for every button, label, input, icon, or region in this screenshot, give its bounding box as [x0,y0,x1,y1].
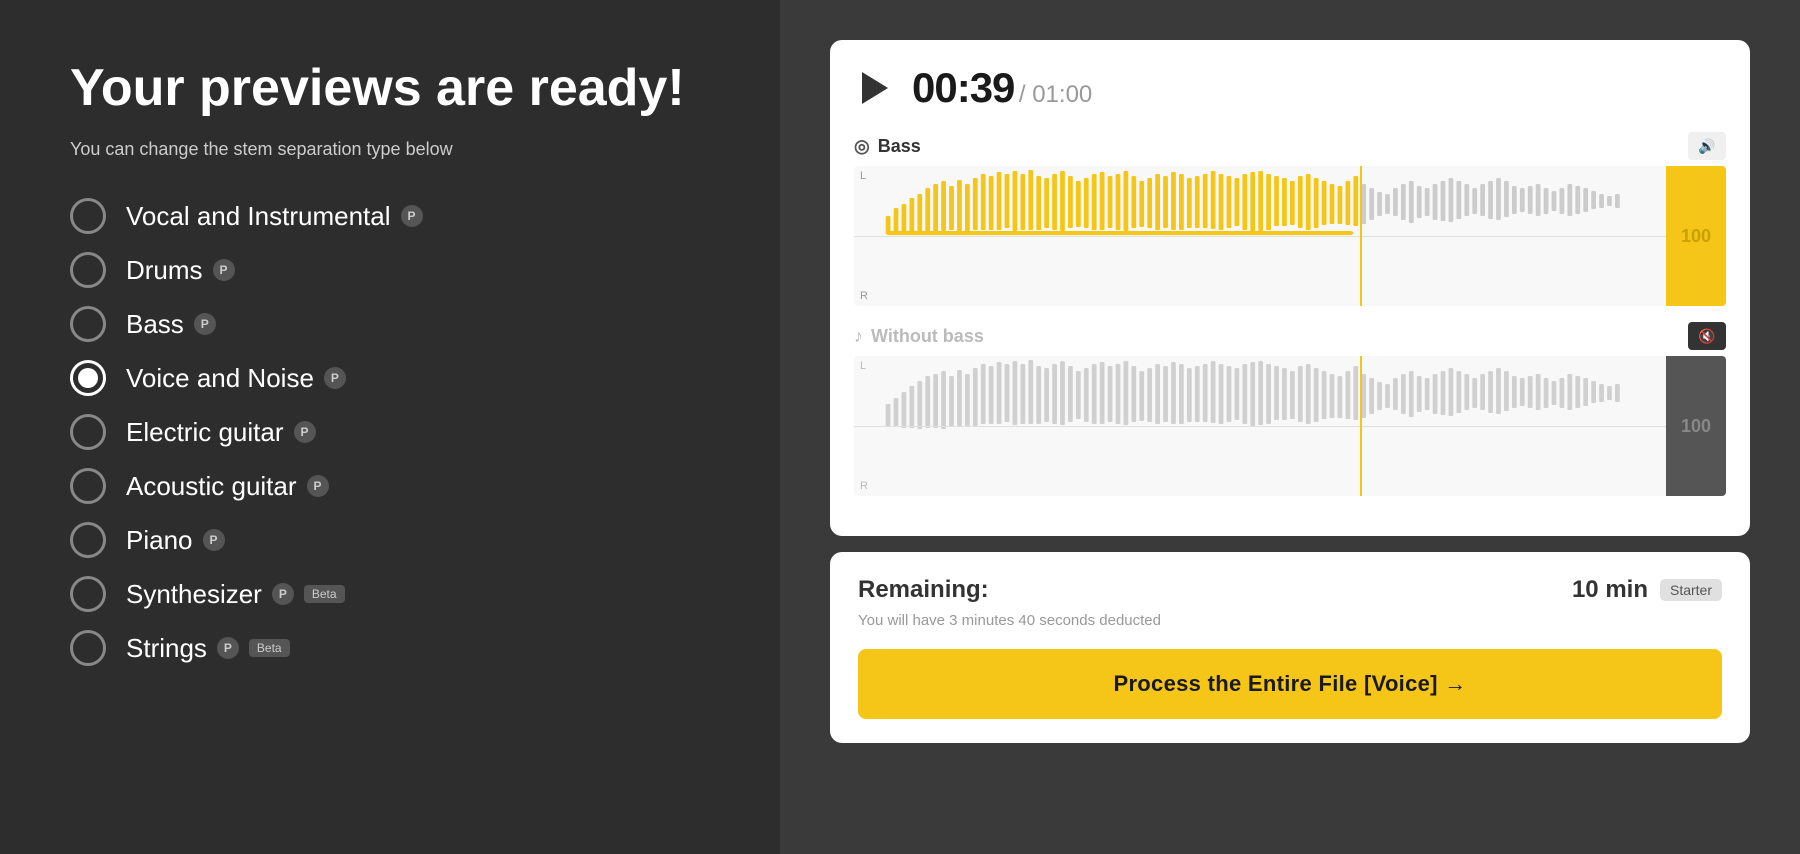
without-bass-speaker-icon: 🔇 [1698,328,1715,345]
option-label-acoustic-guitar: Acoustic guitar P [126,471,329,502]
without-bass-track-header: ♪ Without bass 🔇 [854,322,1726,350]
bass-track-header: ◎ Bass 🔊 [854,132,1726,160]
current-time: 00:39 [912,64,1014,111]
option-text-drums: Drums [126,255,203,286]
option-piano[interactable]: Piano P [70,522,710,558]
pro-badge-strings: P [217,637,239,659]
without-bass-track-icon: ♪ [854,326,863,347]
without-bass-channel-l: L [860,360,866,372]
beta-badge-synthesizer: Beta [304,585,345,603]
option-text-acoustic-guitar: Acoustic guitar [126,471,297,502]
option-text-bass: Bass [126,309,184,340]
options-list: Vocal and InstrumentalPDrumsPBassPVoice … [70,198,710,666]
bass-speaker-icon: 🔊 [1698,138,1715,155]
bass-mute-button[interactable]: 🔊 [1688,132,1726,160]
option-text-strings: Strings [126,633,207,664]
without-bass-playhead [1360,356,1362,496]
remaining-mins: 10 min [1572,576,1648,604]
radio-acoustic-guitar[interactable] [70,468,106,504]
option-label-vocal-instrumental: Vocal and Instrumental P [126,201,423,232]
left-panel: Your previews are ready! You can change … [0,0,780,854]
process-button[interactable]: Process the Entire File [Voice] → [858,649,1722,719]
tier-badge: Starter [1660,579,1722,601]
radio-drums[interactable] [70,252,106,288]
play-button[interactable] [854,67,896,109]
pro-badge-bass: P [194,313,216,335]
total-time: / 01:00 [1019,81,1092,108]
radio-electric-guitar[interactable] [70,414,106,450]
option-acoustic-guitar[interactable]: Acoustic guitar P [70,468,710,504]
bass-waveform-container: L R [854,166,1726,306]
remaining-label: Remaining: [858,576,989,604]
remaining-row: Remaining: 10 min Starter [858,576,1722,604]
pro-badge-synthesizer: P [272,583,294,605]
pro-badge-acoustic-guitar: P [307,475,329,497]
option-text-voice-noise: Voice and Noise [126,363,314,394]
time-display: 00:39 / 01:00 [912,64,1092,112]
option-strings[interactable]: Strings P Beta [70,630,710,666]
radio-bass[interactable] [70,306,106,342]
option-label-strings: Strings P Beta [126,633,290,664]
without-bass-volume-box[interactable]: 100 [1666,356,1726,496]
radio-voice-noise[interactable] [70,360,106,396]
deduction-note: You will have 3 minutes 40 seconds deduc… [858,612,1722,629]
waveform-divider [854,236,1666,237]
bass-channel-l: L [860,170,866,182]
player-header: 00:39 / 01:00 [854,64,1726,112]
option-label-synthesizer: Synthesizer P Beta [126,579,345,610]
pro-badge-piano: P [203,529,225,551]
option-text-vocal-instrumental: Vocal and Instrumental [126,201,391,232]
option-text-synthesizer: Synthesizer [126,579,262,610]
option-bass[interactable]: Bass P [70,306,710,342]
page-subtitle: You can change the stem separation type … [70,137,710,162]
pro-badge-electric-guitar: P [294,421,316,443]
without-bass-track-name: ♪ Without bass [854,326,984,347]
bass-channel-r: R [860,290,868,302]
radio-strings[interactable] [70,630,106,666]
option-voice-noise[interactable]: Voice and Noise P [70,360,710,396]
option-label-bass: Bass P [126,309,216,340]
option-label-drums: Drums P [126,255,235,286]
option-text-piano: Piano [126,525,193,556]
info-card: Remaining: 10 min Starter You will have … [830,552,1750,743]
option-label-voice-noise: Voice and Noise P [126,363,346,394]
option-label-electric-guitar: Electric guitar P [126,417,316,448]
right-panel: 00:39 / 01:00 ◎ Bass 🔊 L R [780,0,1800,854]
playhead [1360,166,1362,306]
without-bass-mute-button[interactable]: 🔇 [1688,322,1726,350]
pro-badge-voice-noise: P [324,367,346,389]
option-text-electric-guitar: Electric guitar [126,417,284,448]
without-bass-waveform-container: L R [854,356,1726,496]
radio-vocal-instrumental[interactable] [70,198,106,234]
remaining-value: 10 min Starter [1572,576,1722,604]
without-bass-channel-r: R [860,480,868,492]
bass-volume-box[interactable]: 100 [1666,166,1726,306]
radio-synthesizer[interactable] [70,576,106,612]
radio-piano[interactable] [70,522,106,558]
option-label-piano: Piano P [126,525,225,556]
player-card: 00:39 / 01:00 ◎ Bass 🔊 L R [830,40,1750,536]
bass-track-section: ◎ Bass 🔊 L R [854,132,1726,306]
without-bass-track-section: ♪ Without bass 🔇 L R [854,322,1726,496]
option-electric-guitar[interactable]: Electric guitar P [70,414,710,450]
option-drums[interactable]: Drums P [70,252,710,288]
option-vocal-instrumental[interactable]: Vocal and Instrumental P [70,198,710,234]
bass-track-name: ◎ Bass [854,136,921,157]
play-icon [862,72,888,104]
radio-inner-voice-noise [78,368,98,388]
page-title: Your previews are ready! [70,60,710,117]
pro-badge-vocal-instrumental: P [401,205,423,227]
beta-badge-strings: Beta [249,639,290,657]
pro-badge-drums: P [213,259,235,281]
without-bass-waveform-divider [854,426,1666,427]
option-synthesizer[interactable]: Synthesizer P Beta [70,576,710,612]
bass-track-icon: ◎ [854,136,870,157]
